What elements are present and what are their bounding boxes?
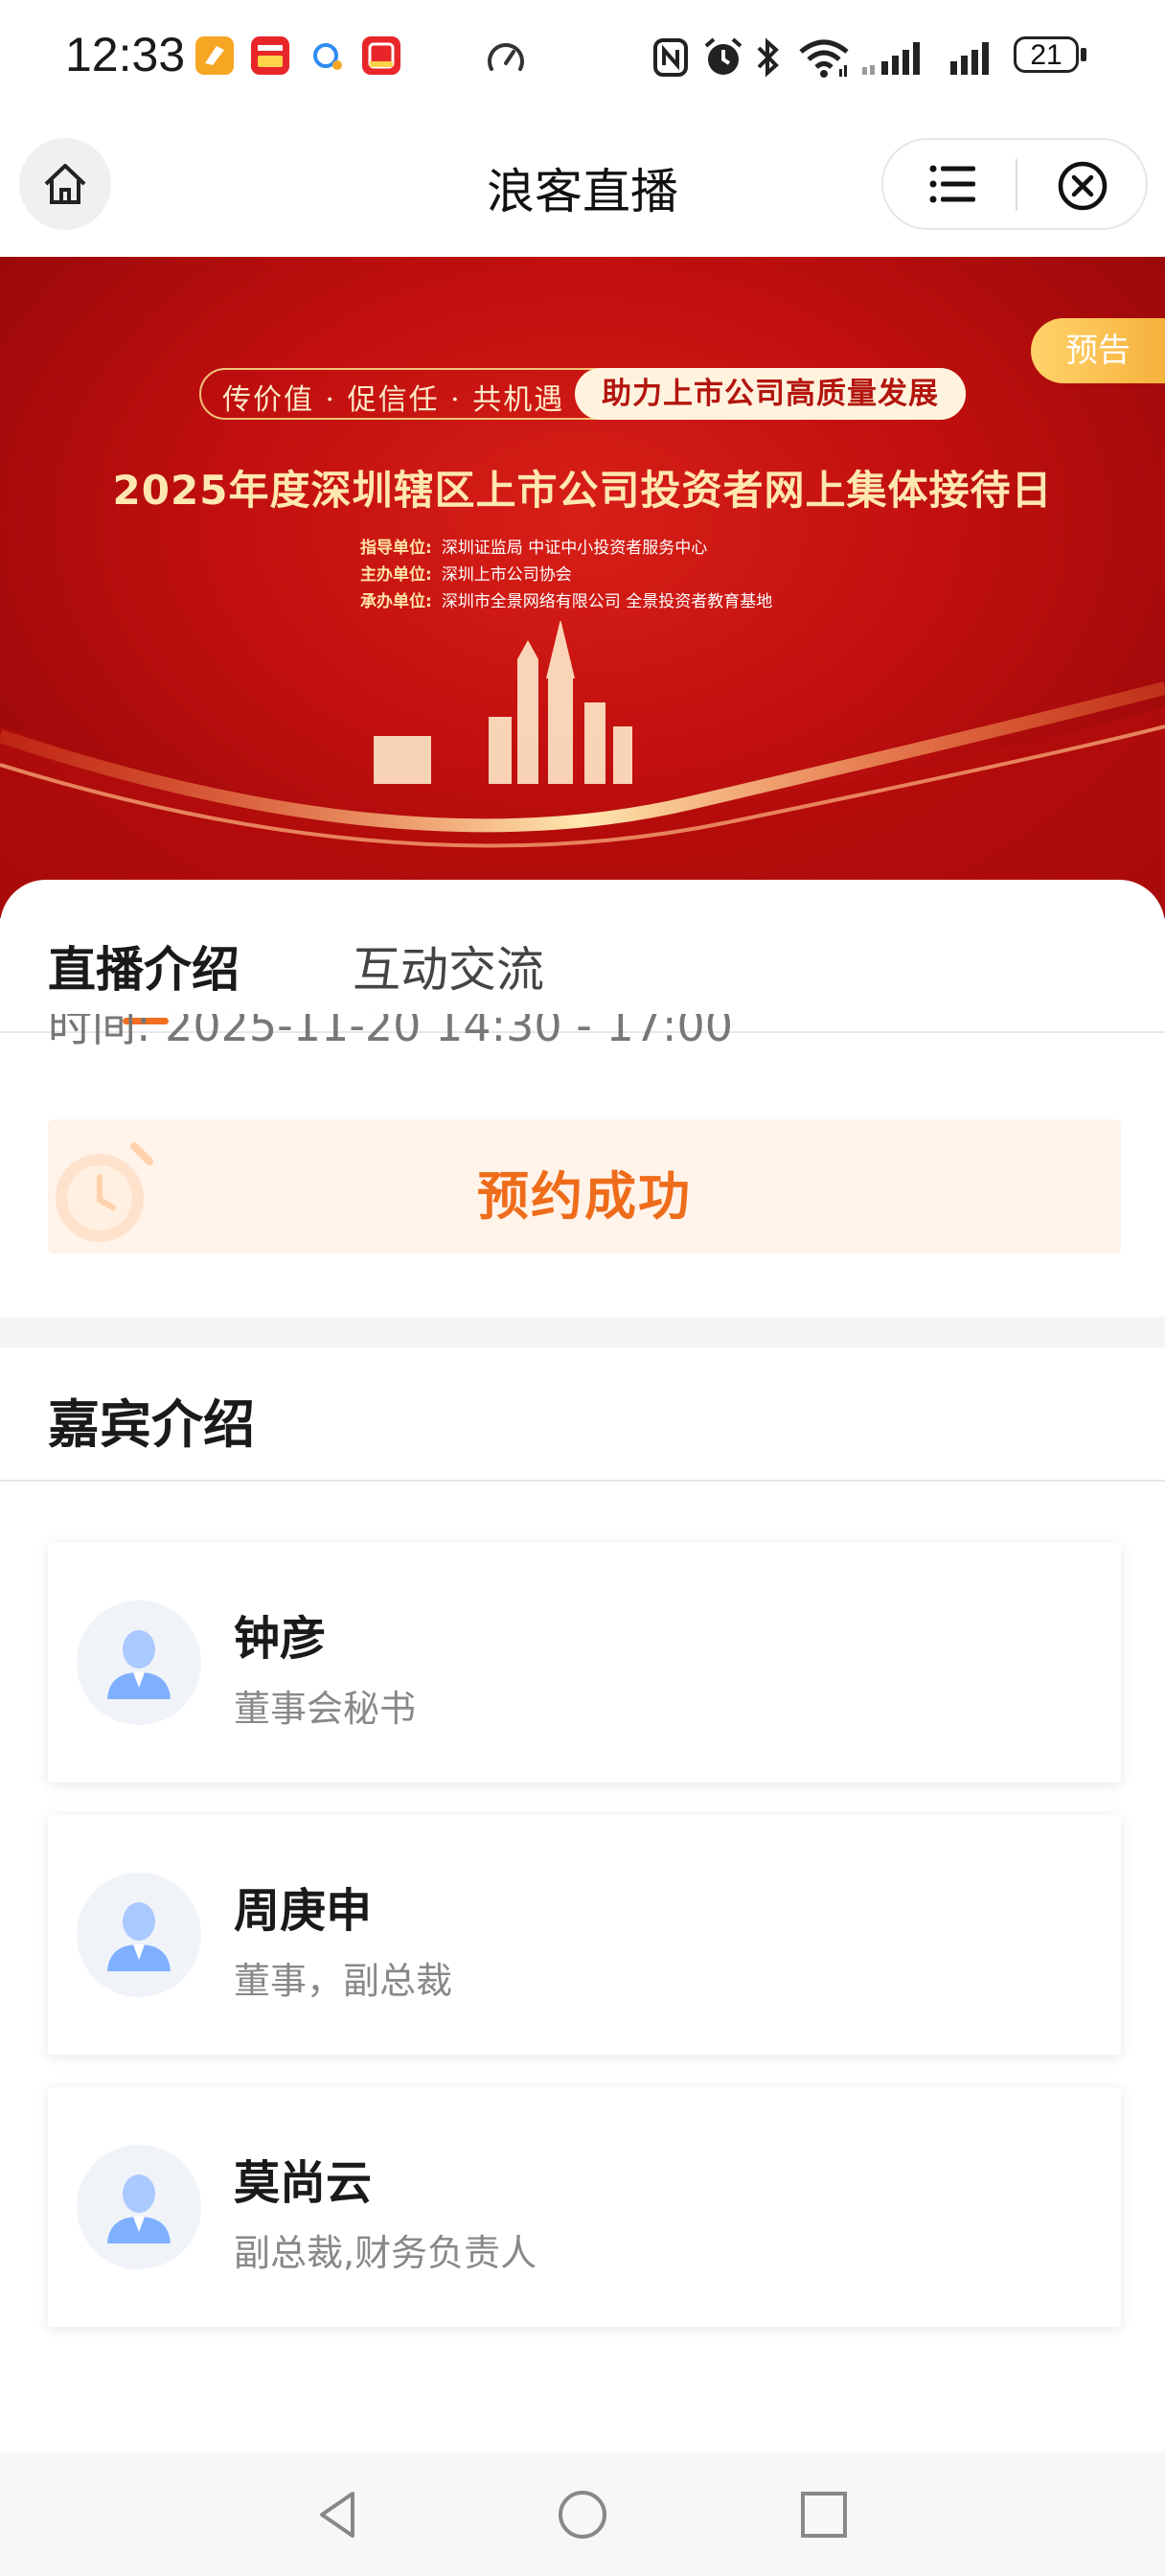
person-icon [107, 2174, 171, 2243]
org-line: 承办单位: 深圳市全景网络有限公司 全景投资者教育基地 [360, 592, 773, 611]
slogan-left: 传价值 · 促信任 · 共机遇 [222, 383, 565, 417]
status-time: 12:33 [65, 28, 186, 81]
guest-card[interactable]: 钟彦 董事会秘书 [48, 1543, 1121, 1782]
person-icon [107, 1630, 171, 1699]
avatar [77, 1600, 201, 1725]
reserve-label: 预约成功 [477, 1166, 692, 1227]
tab-bar: 直播介绍 互动交流 [0, 880, 1165, 1033]
org-line: 指导单位: 深圳证监局 中证中小投资者服务中心 [360, 539, 708, 558]
avatar [77, 1873, 201, 1997]
slogan-right: 助力上市公司高质量发展 [575, 368, 966, 420]
alarm-icon [704, 37, 742, 75]
banner-organizers: 指导单位: 深圳证监局 中证中小投资者服务中心 主办单位: 深圳上市公司协会 承办单… [360, 535, 772, 615]
mini-program-capsule [881, 138, 1148, 230]
live-banner[interactable]: 传价值 · 促信任 · 共机遇 助力上市公司高质量发展 2025年度深圳辖区上市… [0, 257, 1165, 918]
city-skyline [374, 621, 632, 784]
status-bar: 12:33 21 [0, 0, 1165, 115]
capsule-divider [1016, 159, 1017, 211]
guests-divider [0, 1480, 1165, 1482]
guest-role: 副总裁,财务负责人 [234, 2232, 537, 2274]
battery-icon: 21 [1014, 36, 1090, 77]
guest-card[interactable]: 莫尚云 副总裁,财务负责人 [48, 2087, 1121, 2327]
guests-header: 嘉宾介绍 [48, 1394, 255, 1455]
live-time: 时间: 2025-11-20 14:30 - 17:00 [48, 1014, 734, 1051]
bluetooth-icon [757, 37, 779, 78]
app-icon-2 [251, 36, 289, 75]
banner-slogan: 传价值 · 促信任 · 共机遇 助力上市公司高质量发展 [199, 368, 966, 420]
recents-icon[interactable] [793, 2484, 855, 2545]
tab-interaction[interactable]: 互动交流 [353, 932, 544, 1000]
signal-icon [950, 42, 989, 75]
banner-title: 2025年度深圳辖区上市公司投资者网上集体接待日 [112, 467, 1053, 514]
close-icon[interactable] [1056, 159, 1109, 213]
guest-name: 周庚申 [234, 1884, 373, 1938]
system-nav-bar [0, 2451, 1165, 2576]
guest-card[interactable]: 周庚申 董事，副总裁 [48, 1815, 1121, 2055]
nfc-icon [653, 38, 688, 77]
org-line: 主办单位: 深圳上市公司协会 [360, 565, 572, 585]
person-icon [107, 1902, 171, 1971]
speed-icon [488, 43, 524, 71]
guest-name: 钟彦 [234, 1612, 327, 1666]
app-icon-3 [308, 36, 347, 75]
guest-role: 董事，副总裁 [234, 1960, 453, 2002]
app-icon-1 [195, 36, 234, 75]
signal-icon [862, 42, 920, 75]
back-icon[interactable] [308, 2484, 370, 2545]
battery-level: 21 [1014, 36, 1079, 73]
preview-badge: 预告 [1031, 318, 1165, 383]
wifi-icon [799, 39, 849, 78]
live-time-row: 时间: 2025-11-20 14:30 - 17:00 [48, 1014, 1006, 1054]
tab-live-intro[interactable]: 直播介绍 [48, 932, 240, 1000]
guest-name: 莫尚云 [234, 2156, 373, 2210]
home-circle-icon[interactable] [552, 2484, 613, 2545]
app-icon-4 [362, 36, 400, 75]
section-gap [0, 1317, 1165, 1347]
reserve-success-button[interactable]: 预约成功 [48, 1119, 1121, 1254]
nav-bar: 浪客直播 [0, 115, 1165, 257]
avatar [77, 2145, 201, 2269]
menu-icon[interactable] [927, 161, 979, 207]
guest-role: 董事会秘书 [234, 1688, 417, 1730]
